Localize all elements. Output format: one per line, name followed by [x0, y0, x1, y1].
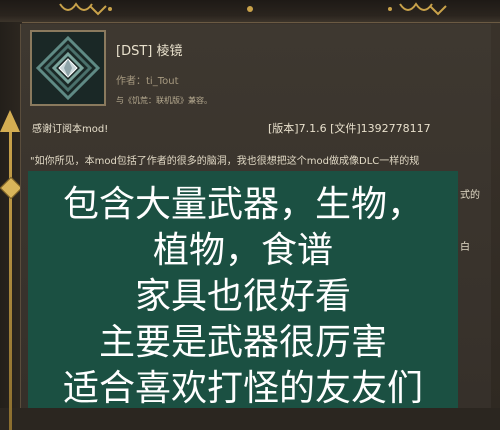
caption-line: 包含大量武器，生物，	[62, 184, 423, 225]
mod-title: [DST] 棱镜	[116, 44, 183, 59]
caption-line: 家具也很好看	[134, 276, 351, 317]
caption-overlay: 包含大量武器，生物， 植物，食谱 家具也很好看 主要是武器很厉害 适合喜欢打怪的…	[28, 171, 458, 409]
caption-line: 植物，食谱	[152, 230, 333, 271]
top-ornament-icon	[59, 2, 447, 16]
mod-compatibility: 与《饥荒：联机版》兼容。	[116, 96, 212, 105]
description-text: "如你所见，本mod包括了作者的很多的脑洞，我也很想把这个mod做成像DLC一样…	[30, 156, 420, 167]
description-fragment: 式的	[460, 190, 480, 201]
prism-crystal-icon	[30, 30, 106, 106]
thanks-text: 感谢订阅本mod!	[32, 124, 109, 135]
caption-line: 主要是武器很厉害	[98, 322, 387, 363]
rail-arrow-icon[interactable]	[0, 110, 20, 132]
description-fragment: 白	[460, 242, 470, 253]
diamond-gem-icon[interactable]	[0, 176, 23, 200]
version-info: [版本]7.1.6 [文件]1392778117	[268, 122, 431, 135]
caption-line: 适合喜欢打怪的友友们	[62, 368, 423, 409]
top-border	[0, 0, 500, 23]
scroll-rail[interactable]	[0, 22, 23, 430]
mod-author: 作者：ti_Tout	[116, 76, 179, 87]
